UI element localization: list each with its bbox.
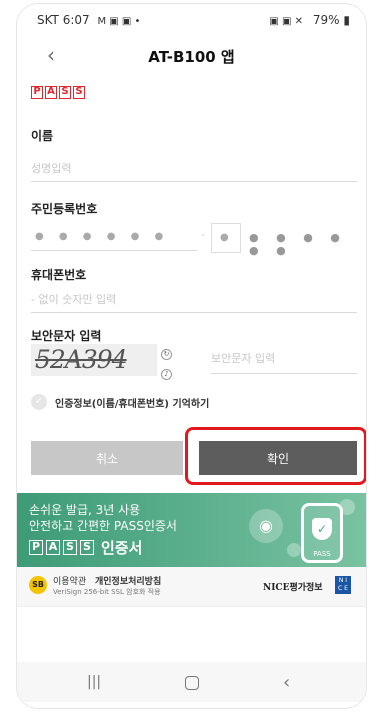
phone-shield-icon: ✓ PASS <box>301 503 343 563</box>
nice-brand: NICE평가정보 <box>263 583 323 593</box>
phone-label: 휴대폰번호 <box>31 268 87 282</box>
battery-percent: 79% <box>312 13 340 27</box>
pass-logo: P A S S <box>31 86 85 99</box>
carrier-time: SKT 6:07 <box>37 13 90 27</box>
name-input[interactable] <box>31 156 357 182</box>
decor-circle <box>287 543 301 557</box>
pass-logo-letter: S <box>59 86 71 99</box>
refresh-captcha-icon[interactable]: ↻ <box>161 349 172 360</box>
phone-input[interactable] <box>31 287 357 313</box>
home-icon[interactable] <box>185 676 199 690</box>
rrn-back-dots: ● ● ● ● ● ● <box>249 231 347 257</box>
audio-captcha-icon[interactable]: ♪ <box>161 369 172 380</box>
phone-screen: SKT 6:07 M ▣ ▣ • ▣ ▣ ✕ 79% ▮ ‹ AT-B100 앱… <box>16 3 367 709</box>
pass-logo-letter: P <box>31 86 43 99</box>
banner-brand-letter: P <box>29 540 43 555</box>
captcha-input[interactable] <box>211 344 357 374</box>
captcha-label: 보안문자 입력 <box>31 329 102 343</box>
privacy-link[interactable]: 개인정보처리방침 <box>95 577 161 587</box>
pass-logo-letter: S <box>73 86 85 99</box>
status-left: SKT 6:07 M ▣ ▣ • <box>37 13 140 27</box>
rrn-front-dots: ● ● ● ● ● ● <box>35 231 170 242</box>
cancel-button[interactable]: 취소 <box>31 441 183 475</box>
footer-links: 이용약관 개인정보처리방침 <box>53 574 161 587</box>
remember-text: 인증정보(이름/휴대폰번호) 기억하기 <box>55 398 210 410</box>
rrn-back-first-dot: ● <box>220 232 235 243</box>
check-icon: ✓ <box>31 394 47 410</box>
name-label: 이름 <box>31 129 54 143</box>
banner-brand-letter: A <box>46 540 60 555</box>
nav-back-icon[interactable]: ‹ <box>283 672 290 693</box>
remember-checkbox[interactable]: ✓ 인증정보(이름/휴대폰번호) 기억하기 <box>31 394 209 410</box>
confirm-highlight-box <box>185 427 366 485</box>
banner-brand-letter: S <box>80 540 94 555</box>
status-right: ▣ ▣ ✕ 79% ▮ <box>269 13 350 27</box>
app-bar: ‹ AT-B100 앱 <box>17 34 366 78</box>
banner-brand-letter: S <box>63 540 77 555</box>
captcha-image: 52A394 <box>31 344 157 376</box>
banner-brand: P A S S 인증서 <box>29 537 142 558</box>
ssl-note: VeriSign 256-bit SSL 암호화 적용 <box>53 588 161 596</box>
rrn-label: 주민등록번호 <box>31 202 98 216</box>
rrn-front-input[interactable]: ● ● ● ● ● ● <box>31 225 197 251</box>
phone-pass-text: PASS <box>313 550 331 558</box>
system-icons: ▣ ▣ ✕ <box>269 16 304 27</box>
shield-check-icon: ✓ <box>312 518 332 540</box>
banner-line1: 손쉬운 발급, 3년 사용 <box>29 503 141 517</box>
rrn-back-first-digit-input[interactable]: ● <box>211 223 241 253</box>
system-nav-bar: ||| ‹ <box>17 662 366 702</box>
security-badge-icon: SB <box>29 576 47 594</box>
battery-icon: ▮ <box>343 13 350 27</box>
recent-apps-icon[interactable]: ||| <box>87 674 101 690</box>
footer: SB 이용약관 개인정보처리방침 VeriSign 256-bit SSL 암호… <box>17 567 366 607</box>
notification-icons: M ▣ ▣ • <box>97 16 141 27</box>
status-bar: SKT 6:07 M ▣ ▣ • ▣ ▣ ✕ 79% ▮ <box>17 4 366 34</box>
terms-link[interactable]: 이용약관 <box>53 577 86 587</box>
rrn-dash: - <box>201 228 205 241</box>
pass-logo-letter: A <box>45 86 57 99</box>
page-title: AT-B100 앱 <box>148 48 235 66</box>
pass-cert-banner[interactable]: 손쉬운 발급, 3년 사용 안전하고 간편한 PASS인증서 P A S S 인… <box>17 493 366 567</box>
fingerprint-icon: ◉ <box>249 509 283 543</box>
banner-line2: 안전하고 간편한 PASS인증서 <box>29 519 177 533</box>
banner-brand-suffix: 인증서 <box>101 539 143 557</box>
nice-logo-icon: N IC E <box>335 576 351 594</box>
